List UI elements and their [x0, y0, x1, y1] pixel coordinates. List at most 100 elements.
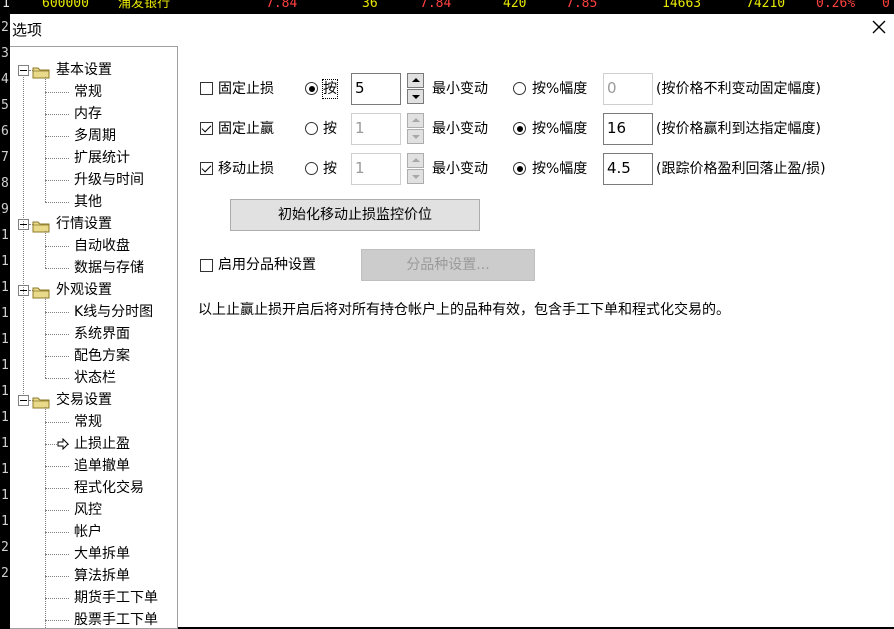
spin-up-button[interactable] [407, 73, 424, 88]
stop-row-label: 固定止赢 [218, 121, 274, 137]
tick-value-input[interactable]: 1 [351, 153, 401, 185]
by-percent-radio[interactable] [513, 82, 526, 95]
min-tick-label: 最小变动 [432, 161, 488, 177]
stop-row-checkbox[interactable] [200, 122, 213, 135]
tick-value-spinner[interactable] [407, 73, 424, 105]
tree-item[interactable]: 自动收盘 [74, 235, 130, 257]
percent-value-input[interactable]: 16 [603, 113, 653, 145]
folder-icon [32, 284, 50, 299]
tree-item[interactable]: 其他 [74, 191, 102, 213]
stop-row-label: 移动止损 [218, 161, 274, 177]
row-number: 5 [1, 98, 9, 113]
tick-value-input[interactable]: 5 [351, 73, 401, 105]
tick-value-spinner[interactable] [407, 153, 424, 185]
tick-value-spinner[interactable] [407, 113, 424, 145]
min-tick-label: 最小变动 [432, 121, 488, 137]
row-number: 8 [1, 176, 9, 191]
row-number: 1 [1, 228, 9, 243]
tree-item[interactable]: 算法拆单 [74, 565, 130, 587]
tree-item[interactable]: 升级与时间 [74, 169, 144, 191]
tree-item-label: K线与分时图 [74, 304, 154, 320]
percent-value-input[interactable]: 0 [603, 73, 653, 105]
tree-item-label: 止损止盈 [74, 436, 130, 452]
tree-collapse-toggle[interactable] [18, 395, 29, 406]
tree-item[interactable]: 程式化交易 [74, 477, 144, 499]
by-tick-radio[interactable] [305, 122, 318, 135]
tree-item-label: 数据与存储 [74, 260, 144, 276]
row-number: 2 [1, 566, 9, 581]
row-number: 9 [1, 202, 9, 217]
spin-up-button[interactable] [407, 113, 424, 128]
row-number: 7 [1, 150, 9, 165]
tree-item-label: 内存 [74, 106, 102, 122]
ticker-value: 74210 [746, 0, 786, 11]
tree-item[interactable]: 期货手工下单 [74, 587, 158, 609]
tree-item-label: 算法拆单 [74, 568, 130, 584]
row-number: 6 [1, 124, 9, 139]
tree-item-label: 自动收盘 [74, 238, 130, 254]
row-number: 2 [1, 20, 9, 35]
row-number: 1 [1, 384, 9, 399]
options-tree[interactable]: 基本设置 常规 内存 多周期 扩展统计 升级与时间 其他 行情设置 自动收盘 数据与存储 外观设置 K… [10, 46, 178, 629]
tree-group-label: 基本设置 [56, 62, 112, 78]
folder-icon [32, 64, 50, 79]
close-icon[interactable] [868, 16, 890, 38]
tick-value-input[interactable]: 1 [351, 113, 401, 145]
tree-item[interactable]: 股票手工下单 [74, 609, 158, 628]
stop-row-description: (跟踪价格盈利回落止盈/损) [656, 161, 826, 177]
spin-down-button[interactable] [407, 129, 424, 144]
stop-row-checkbox[interactable] [200, 162, 213, 175]
row-number: 4 [1, 72, 9, 87]
tree-item[interactable]: K线与分时图 [74, 301, 153, 323]
tree-item-label: 状态栏 [74, 370, 116, 386]
tree-item[interactable]: 追单撤单 [74, 455, 130, 477]
per-product-checkbox[interactable] [200, 259, 213, 272]
row-number: 3 [1, 46, 9, 61]
row-number: 1 [1, 436, 9, 451]
tree-group-label: 交易设置 [56, 392, 112, 408]
ticker-value: 7.84 [266, 0, 298, 11]
tree-item[interactable]: 常规 [74, 81, 102, 103]
tree-item[interactable]: 系统界面 [74, 323, 130, 345]
by-percent-radio[interactable] [513, 122, 526, 135]
tree-item[interactable]: 状态栏 [74, 367, 116, 389]
tree-item[interactable]: 配色方案 [74, 345, 130, 367]
by-tick-radio[interactable] [305, 82, 318, 95]
ticker-value: 0.26% [816, 0, 856, 11]
spin-down-button[interactable] [407, 169, 424, 184]
tree-item[interactable]: 数据与存储 [74, 257, 144, 279]
by-tick-label: 按 [323, 121, 337, 137]
by-percent-radio[interactable] [513, 162, 526, 175]
stop-row-checkbox[interactable] [200, 82, 213, 95]
tree-item-label: 股票手工下单 [74, 612, 158, 628]
tree-item-label: 常规 [74, 84, 102, 100]
row-number: 1 [1, 358, 9, 373]
tree-item[interactable]: 止损止盈 [74, 433, 130, 455]
row-number: 1 [1, 488, 9, 503]
by-tick-radio[interactable] [305, 162, 318, 175]
percent-value-input[interactable]: 4.5 [603, 153, 653, 185]
background-row-numbers: 2 3 4 5 6 7 8 9 1 1 1 1 1 1 1 1 1 1 1 1 2 2 [0, 14, 10, 627]
ticker-value: 7.85 [566, 0, 598, 11]
ticker-value: 36 [362, 0, 378, 11]
spin-down-button[interactable] [407, 89, 424, 104]
tree-item-label: 追单撤单 [74, 458, 130, 474]
spin-up-button[interactable] [407, 153, 424, 168]
tree-item[interactable]: 常规 [74, 411, 102, 433]
per-product-label: 启用分品种设置 [218, 257, 316, 273]
init-trailing-stop-button[interactable]: 初始化移动止损监控价位 [230, 199, 480, 231]
tree-item[interactable]: 大单拆单 [74, 543, 130, 565]
tree-item[interactable]: 风控 [74, 499, 102, 521]
tree-item[interactable]: 内存 [74, 103, 102, 125]
per-product-settings-button[interactable]: 分品种设置... [361, 249, 535, 281]
tree-item[interactable]: 帐户 [74, 521, 102, 543]
tree-item[interactable]: 扩展统计 [74, 147, 130, 169]
tree-item[interactable]: 多周期 [74, 125, 116, 147]
tree-item-label: 配色方案 [74, 348, 130, 364]
tree-group-label: 外观设置 [56, 282, 112, 298]
tree-item-label: 程式化交易 [74, 480, 144, 496]
tree-item-label: 升级与时间 [74, 172, 144, 188]
ticker-code: 600000 [42, 0, 89, 11]
by-tick-label: 按 [322, 79, 338, 99]
ticker-value: 420 [503, 0, 527, 11]
